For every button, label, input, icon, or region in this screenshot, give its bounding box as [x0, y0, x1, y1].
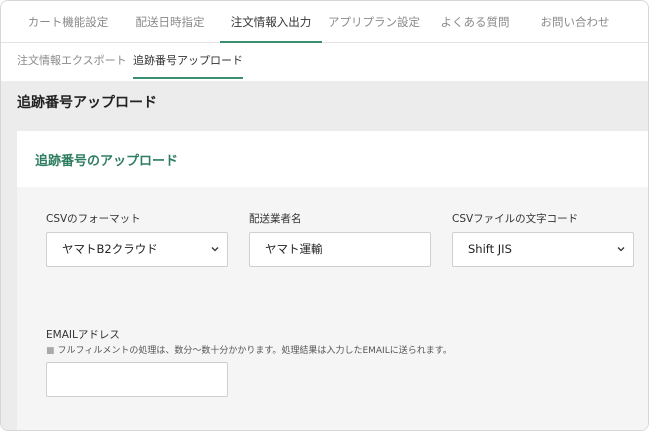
email-help-text: ■ フルフィルメントの処理は、数分〜数十分かかります。処理結果は入力したEMAIL…	[46, 343, 452, 356]
tab-faq[interactable]: よくある質問	[431, 1, 519, 43]
email-help-message: フルフィルメントの処理は、数分〜数十分かかります。処理結果は入力したEMAILに…	[57, 346, 452, 356]
csv-format-label: CSVのフォーマット	[46, 213, 141, 225]
csv-format-value: ヤマトB2クラウド	[62, 242, 158, 256]
email-input[interactable]	[46, 362, 228, 397]
tab-cart-settings[interactable]: カート機能設定	[19, 1, 117, 43]
carrier-value: ヤマト運輸	[265, 242, 323, 256]
subtab-tracking-upload[interactable]: 追跡番号アップロード	[133, 43, 243, 79]
csv-format-select[interactable]: ヤマトB2クラウド	[46, 232, 228, 267]
sub-tab-bar: 注文情報エクスポート 追跡番号アップロード	[1, 43, 648, 81]
encoding-value: Shift JIS	[468, 242, 512, 256]
app-window: カート機能設定 配送日時指定 注文情報入出力 アプリプラン設定 よくある質問 お…	[0, 0, 649, 431]
top-tab-bar: カート機能設定 配送日時指定 注文情報入出力 アプリプラン設定 よくある質問 お…	[1, 1, 648, 43]
help-square-icon: ■	[46, 346, 55, 356]
tab-delivery-datetime[interactable]: 配送日時指定	[128, 1, 212, 43]
email-label: EMAILアドレス	[46, 329, 120, 341]
encoding-select[interactable]: Shift JIS	[452, 232, 634, 267]
tab-order-io[interactable]: 注文情報入出力	[220, 1, 322, 43]
page-title: 追跡番号アップロード	[17, 95, 157, 111]
carrier-input[interactable]: ヤマト運輸	[249, 232, 431, 267]
tab-contact[interactable]: お問い合わせ	[531, 1, 619, 43]
chevron-down-icon	[617, 247, 625, 252]
subtab-order-export[interactable]: 注文情報エクスポート	[17, 43, 127, 79]
card-header: 追跡番号のアップロード	[17, 131, 648, 187]
encoding-label: CSVファイルの文字コード	[452, 213, 579, 225]
tab-app-plan[interactable]: アプリプラン設定	[328, 1, 420, 43]
carrier-label: 配送業者名	[249, 213, 302, 225]
chevron-down-icon	[211, 247, 219, 252]
card-title: 追跡番号のアップロード	[35, 154, 179, 169]
